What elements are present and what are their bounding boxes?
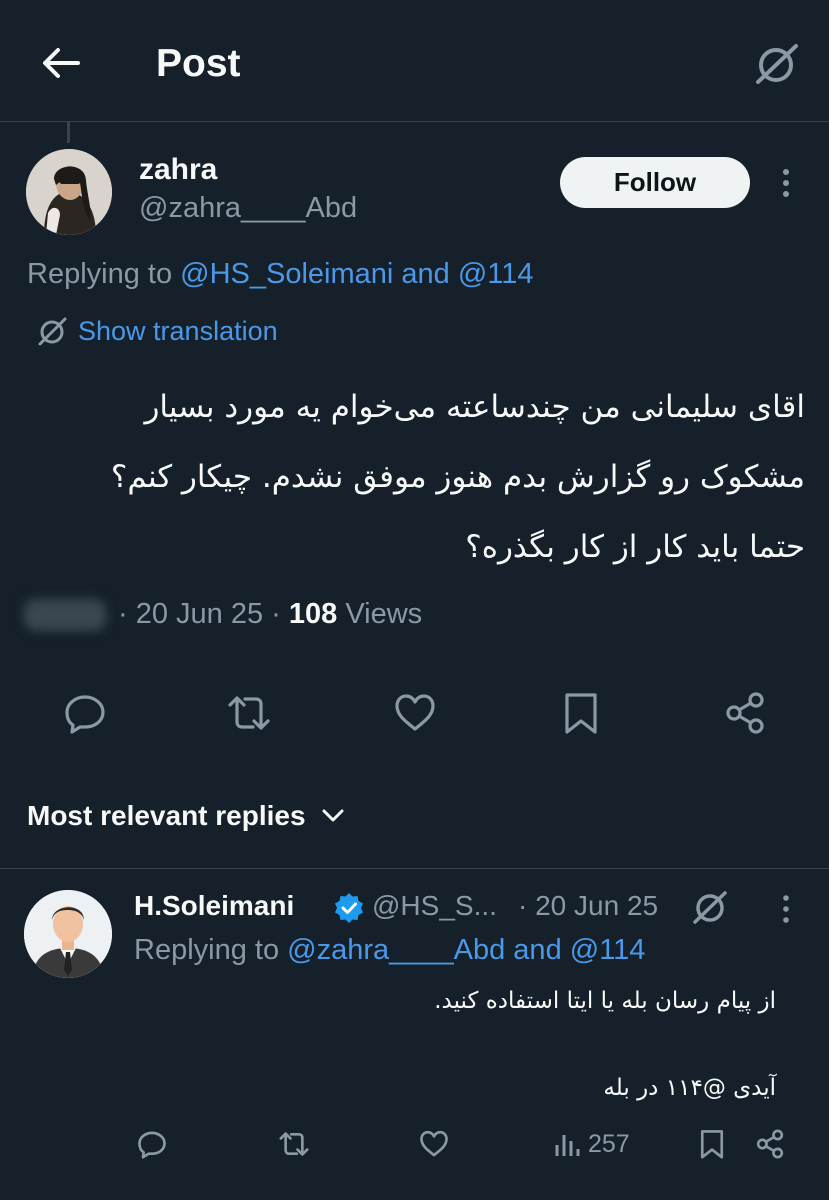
- reply-views-count: 257: [588, 1129, 630, 1158]
- post-text-line: حتما باید کار از کار بگذره؟: [465, 529, 805, 565]
- grok-icon: [693, 891, 727, 924]
- post-meta: · 20 Jun 25 · 108 Views: [24, 598, 422, 631]
- reply-author-name[interactable]: H.Soleimani: [134, 890, 294, 922]
- bookmark-icon: [565, 693, 597, 734]
- grok-button[interactable]: [750, 40, 802, 88]
- more-vertical-icon: [783, 169, 789, 197]
- reply-icon: [65, 695, 105, 734]
- author-handle[interactable]: @zahra____Abd: [139, 192, 357, 225]
- replying-to: Replying to @HS_Soleimani and @114: [27, 258, 534, 291]
- share-icon: [756, 1129, 784, 1159]
- views-label: Views: [345, 598, 423, 630]
- retweet-button[interactable]: [278, 1128, 310, 1160]
- bookmark-button[interactable]: [558, 690, 604, 736]
- author-name[interactable]: zahra: [139, 153, 217, 187]
- reply-date[interactable]: · 20 Jun 25: [518, 890, 658, 922]
- post-text-line: اقای سلیمانی من چندساعته می‌خوام یه مورد…: [144, 389, 805, 425]
- replying-prefix: Replying to: [134, 934, 288, 966]
- retweet-button[interactable]: [226, 690, 272, 736]
- more-options-button[interactable]: [770, 166, 802, 200]
- share-icon: [726, 692, 764, 734]
- reply-author-handle[interactable]: @HS_S...: [372, 890, 497, 922]
- more-options-button[interactable]: [772, 894, 800, 924]
- page-title: Post: [156, 42, 241, 85]
- share-button[interactable]: [754, 1128, 786, 1160]
- replying-to: Replying to @zahra____Abd and @114: [134, 934, 645, 967]
- show-translation-label: Show translation: [78, 315, 278, 346]
- grok-button[interactable]: [690, 888, 730, 926]
- like-icon: [420, 1130, 448, 1157]
- reply-text-line: از پیام رسان بله یا ایتا استفاده کنید.: [434, 988, 776, 1014]
- replying-to-link[interactable]: @zahra____Abd and @114: [287, 934, 645, 966]
- thread-connector: [67, 121, 70, 143]
- avatar[interactable]: [24, 890, 112, 978]
- bookmark-icon: [700, 1130, 724, 1159]
- views-button[interactable]: 257: [552, 1128, 630, 1160]
- reply-text-line: آیدی @۱۱۴ در بله: [603, 1075, 776, 1101]
- verified-badge-icon: [334, 893, 364, 923]
- views-count: 108: [288, 598, 338, 630]
- retweet-icon: [228, 696, 270, 730]
- more-vertical-icon: [783, 895, 789, 923]
- post-text-line: مشکوک رو گزارش بدم هنوز موفق نشدم. چیکار…: [110, 459, 805, 495]
- grok-icon: [756, 44, 798, 84]
- redacted-time: [24, 598, 106, 631]
- post-text: اقای سلیمانی من چندساعته می‌خوام یه مورد…: [60, 372, 805, 582]
- bookmark-button[interactable]: [696, 1128, 728, 1160]
- share-button[interactable]: [722, 690, 768, 736]
- post-date[interactable]: · 20 Jun 25 ·: [118, 598, 281, 631]
- reply-button[interactable]: [136, 1128, 168, 1160]
- reply-icon: [138, 1131, 166, 1159]
- back-button[interactable]: [38, 40, 84, 86]
- arrow-left-icon: [43, 48, 80, 78]
- replies-sort-label: Most relevant replies: [27, 800, 306, 831]
- analytics-icon: [555, 1135, 580, 1156]
- like-button[interactable]: [418, 1128, 450, 1160]
- avatar[interactable]: [26, 149, 112, 235]
- show-translation-button[interactable]: Show translation: [36, 313, 278, 349]
- grok-icon: [38, 317, 67, 346]
- replying-prefix: Replying to: [27, 258, 181, 290]
- reply-button[interactable]: [62, 690, 108, 736]
- chevron-down-icon: [322, 809, 344, 822]
- like-icon: [395, 694, 435, 731]
- section-divider: [0, 868, 829, 869]
- replying-to-link[interactable]: @HS_Soleimani and @114: [180, 258, 533, 290]
- retweet-icon: [279, 1132, 309, 1156]
- like-button[interactable]: [392, 690, 438, 736]
- replies-sort-button[interactable]: Most relevant replies: [27, 800, 344, 832]
- follow-button[interactable]: Follow: [560, 157, 750, 208]
- header-divider: [0, 121, 829, 122]
